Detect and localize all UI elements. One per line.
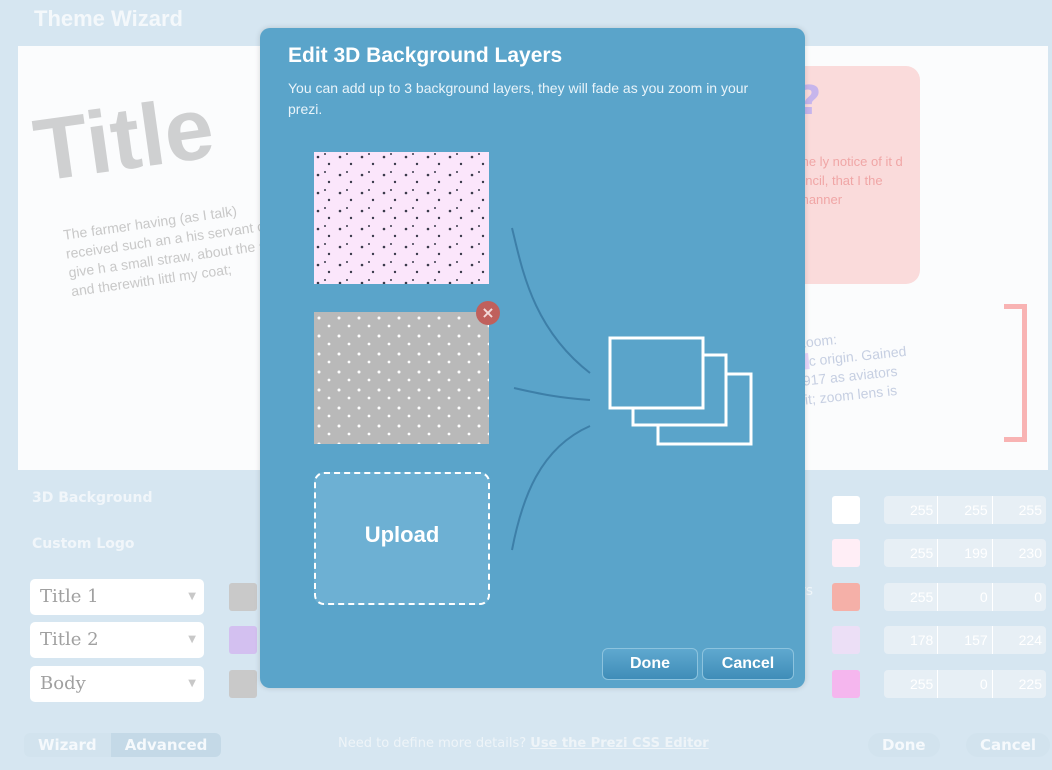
color-swatch[interactable] — [832, 539, 860, 567]
css-editor-link[interactable]: Use the Prezi CSS Editor — [530, 736, 708, 751]
chevron-down-icon: ▼ — [188, 678, 196, 689]
b-value[interactable]: 255 — [993, 496, 1046, 524]
b-value[interactable]: 0 — [993, 583, 1046, 611]
r-value[interactable]: 178 — [884, 626, 939, 654]
r-value[interactable]: 255 — [884, 496, 939, 524]
custom-logo-label[interactable]: Custom Logo — [32, 536, 152, 582]
mode-tabs: Wizard Advanced — [24, 733, 222, 757]
g-value[interactable]: 199 — [938, 539, 993, 567]
bracket-shape — [1004, 304, 1027, 442]
chevron-down-icon: ▼ — [188, 634, 196, 645]
font-select-title2[interactable]: Title 2 ▼ — [30, 622, 204, 658]
color-swatch[interactable] — [832, 626, 860, 654]
wizard-cancel-button[interactable]: Cancel — [966, 733, 1051, 757]
font-color-swatch[interactable] — [229, 626, 257, 654]
dialog-cancel-button[interactable]: Cancel — [702, 648, 794, 680]
rgb-input-row[interactable]: 255 199 230 — [884, 539, 1046, 567]
color-swatch[interactable] — [832, 670, 860, 698]
tab-wizard[interactable]: Wizard — [24, 733, 111, 757]
css-editor-hint: Need to define more details? Use the Pre… — [338, 736, 709, 751]
settings-labels: 3D Background Custom Logo — [32, 490, 152, 582]
font-color-swatch[interactable] — [229, 670, 257, 698]
rgb-input-row[interactable]: 255 0 225 — [884, 670, 1046, 698]
font-color-swatch[interactable] — [229, 583, 257, 611]
color-swatch[interactable] — [832, 496, 860, 524]
g-value[interactable]: 0 — [938, 583, 993, 611]
font-select-body[interactable]: Body ▼ — [30, 666, 204, 702]
r-value[interactable]: 255 — [884, 583, 939, 611]
rgb-input-row[interactable]: 255 255 255 — [884, 496, 1046, 524]
tab-advanced[interactable]: Advanced — [110, 733, 222, 757]
r-value[interactable]: 255 — [884, 670, 939, 698]
stacked-layers-icon — [608, 336, 753, 446]
chevron-down-icon: ▼ — [188, 591, 196, 602]
b-value[interactable]: 225 — [993, 670, 1046, 698]
card-text: the ly notice of it d encil, that I the … — [798, 154, 903, 207]
b-value[interactable]: 224 — [993, 626, 1046, 654]
color-swatch[interactable] — [832, 583, 860, 611]
wizard-title: Theme Wizard — [34, 6, 183, 31]
g-value[interactable]: 0 — [938, 670, 993, 698]
3d-background-label[interactable]: 3D Background — [32, 490, 152, 536]
r-value[interactable]: 255 — [884, 539, 939, 567]
dialog-done-button[interactable]: Done — [602, 648, 698, 680]
preview-title: Title — [28, 77, 220, 201]
g-value[interactable]: 255 — [938, 496, 993, 524]
preview-zoom-text: zoom: c origin. Gained 917 as aviators i… — [798, 315, 985, 409]
wizard-done-button[interactable]: Done — [868, 733, 940, 757]
font-select-title1[interactable]: Title 1 ▼ — [30, 579, 204, 615]
g-value[interactable]: 157 — [938, 626, 993, 654]
font-select-value: Title 1 — [40, 586, 99, 607]
b-value[interactable]: 230 — [993, 539, 1046, 567]
rgb-input-row[interactable]: 178 157 224 — [884, 626, 1046, 654]
edit-3d-background-dialog: Edit 3D Background Layers You can add up… — [260, 28, 805, 688]
font-select-value: Title 2 — [40, 629, 99, 650]
font-select-value: Body — [40, 673, 86, 694]
rgb-input-row[interactable]: 255 0 0 — [884, 583, 1046, 611]
need-details-text: Need to define more details? — [338, 736, 527, 751]
